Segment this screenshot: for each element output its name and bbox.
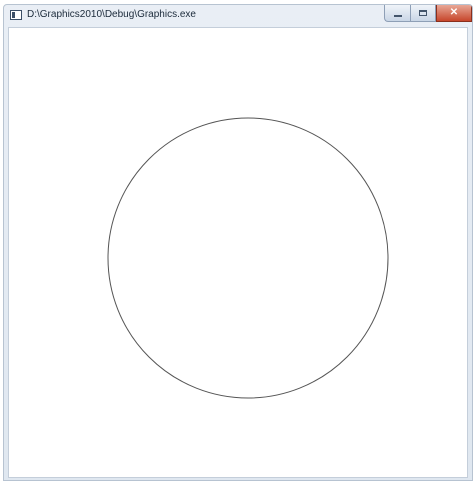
close-icon: ✕ xyxy=(449,7,459,18)
console-app-icon[interactable] xyxy=(10,10,22,20)
app-window: D:\Graphics2010\Debug\Graphics.exe ✕ xyxy=(3,4,473,481)
minimize-button[interactable] xyxy=(384,5,410,22)
maximize-icon xyxy=(419,10,427,16)
maximize-button[interactable] xyxy=(410,5,436,22)
minimize-icon xyxy=(393,15,402,17)
caption-buttons: ✕ xyxy=(384,5,472,23)
drawn-circle xyxy=(107,117,389,399)
drawing-canvas[interactable] xyxy=(8,27,468,478)
canvas-svg xyxy=(107,117,389,399)
close-button[interactable]: ✕ xyxy=(436,5,472,22)
title-bar[interactable]: D:\Graphics2010\Debug\Graphics.exe ✕ xyxy=(4,5,472,27)
window-title: D:\Graphics2010\Debug\Graphics.exe xyxy=(27,9,196,20)
